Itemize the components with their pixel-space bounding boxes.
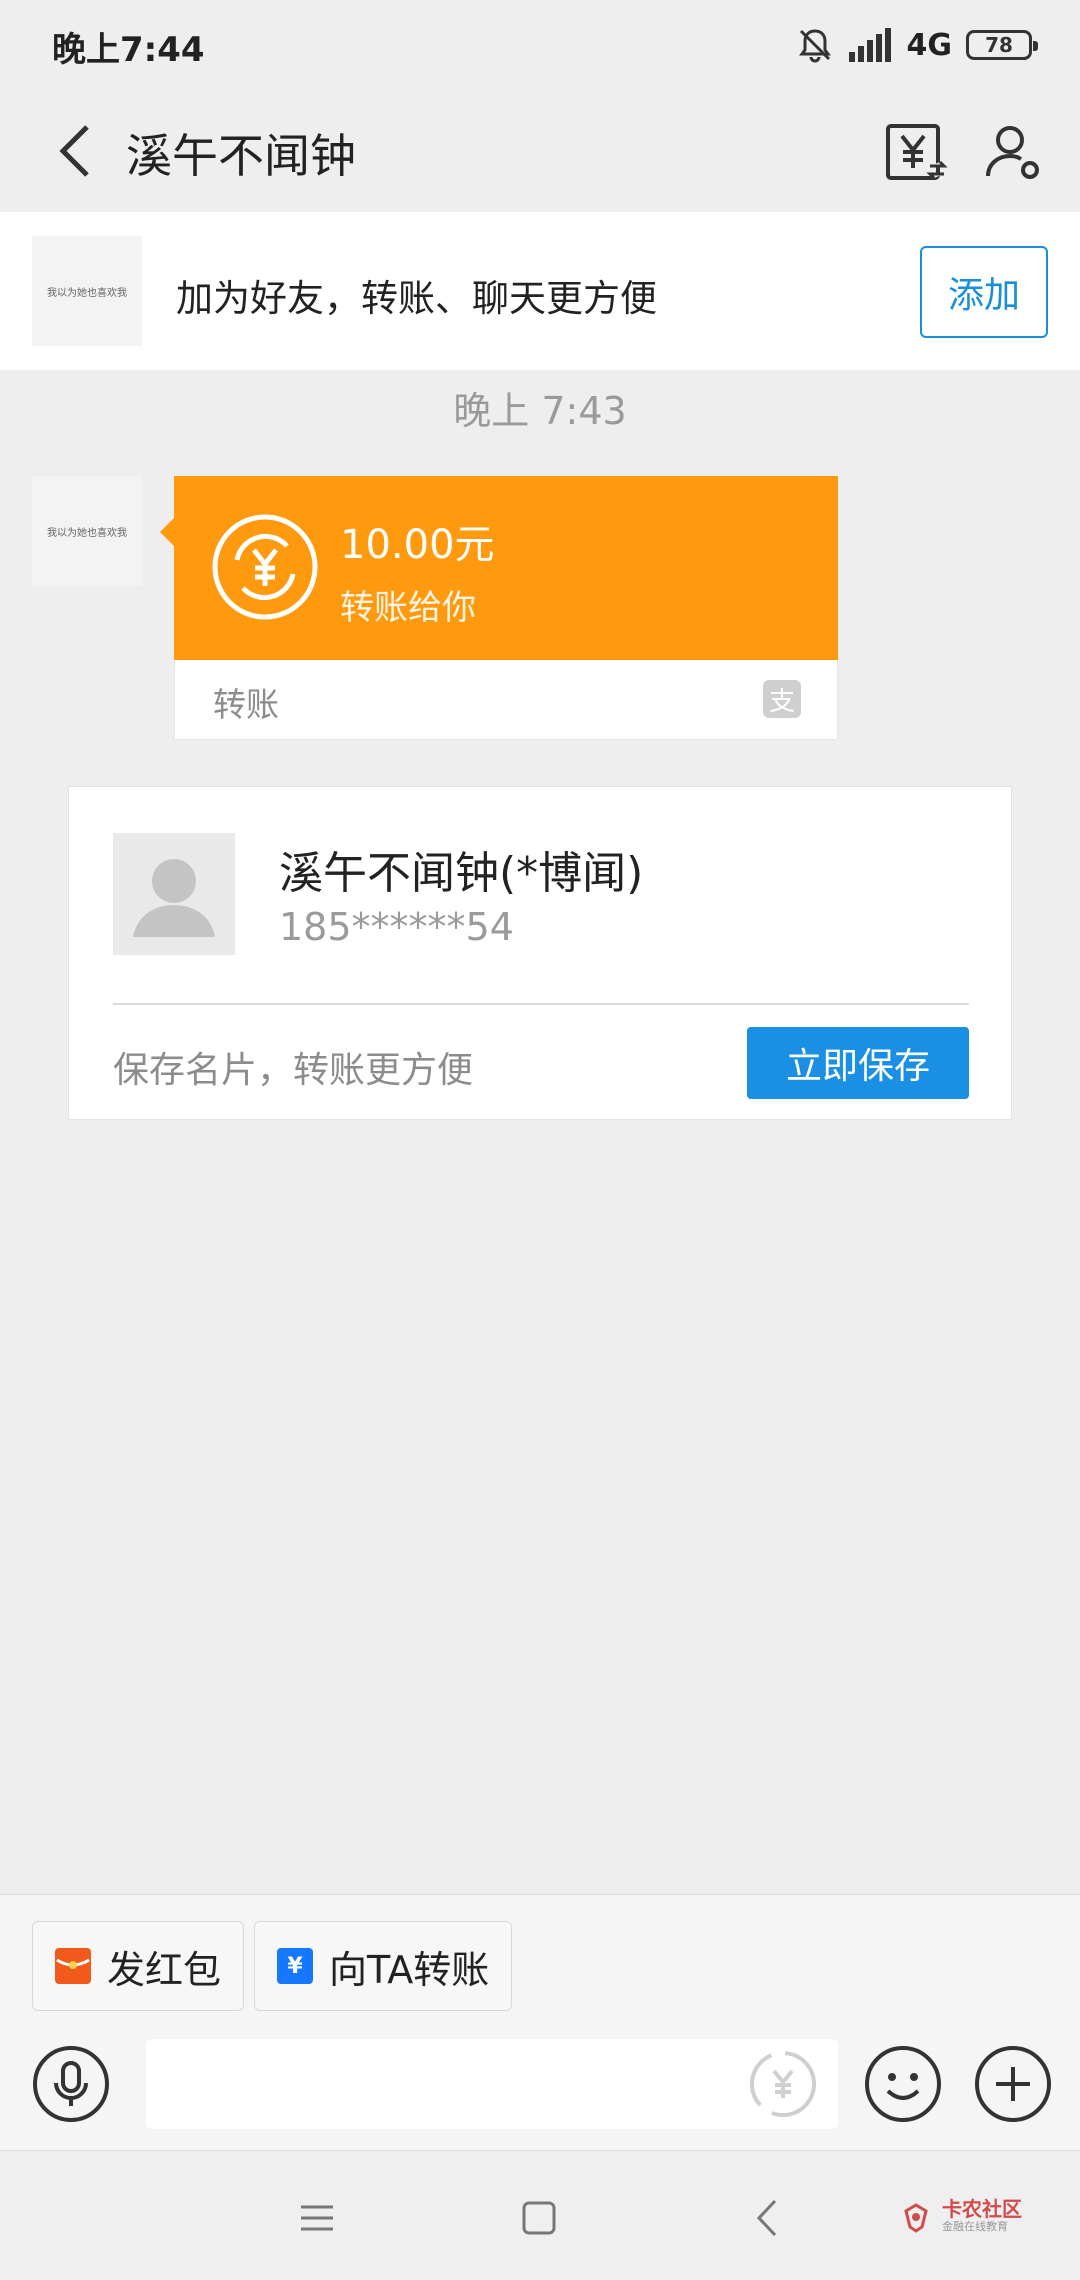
bill-button[interactable] [876,112,956,192]
status-bar: 晚上7:44 4G 78 [0,0,1080,90]
add-friend-banner: 我以为她也喜欢我 加为好友，转账、聊天更方便 添加 [0,212,1080,370]
home-nav-button[interactable] [504,2183,574,2253]
contact-name: 溪午不闻钟(*博闻) [279,848,644,899]
transfer-footer: 转账 支 [174,660,838,740]
transfer-type-label: 转账 [213,685,279,724]
transfer-icon: ¥ [277,1948,313,1984]
signal-icon [848,28,893,62]
watermark-text: 卡农社区 金融在线教育 [942,2199,1022,2234]
emoji-button[interactable] [864,2045,942,2123]
home-square-icon [522,2201,556,2235]
contact-card: 溪午不闻钟(*博闻) 185******54 保存名片，转账更方便 立即保存 [68,786,1012,1120]
transfer-coin-icon[interactable] [748,2049,818,2119]
status-icons: 4G 78 [795,20,1038,70]
avatar-text: 我以为她也喜欢我 [47,527,127,539]
title-bar: 溪午不闻钟 [0,90,1080,212]
add-friend-button[interactable]: 添加 [920,246,1048,338]
status-time: 晚上7:44 [52,30,205,70]
network-label: 4G [906,27,953,63]
transfer-header: 10.00元 转账给你 [174,476,838,660]
menu-icon [301,2205,333,2231]
transfer-description: 转账给你 [340,588,476,628]
more-actions-button[interactable] [974,2045,1052,2123]
contact-profile-button[interactable] [974,112,1054,192]
red-packet-icon [55,1948,91,1984]
transfer-message[interactable]: 10.00元 转账给你 转账 支 [160,476,838,740]
watermark-subtitle: 金融在线教育 [942,2220,1008,2234]
avatar: 我以为她也喜欢我 [32,236,142,346]
message-input[interactable] [146,2039,838,2129]
battery-icon: 78 [966,30,1038,60]
alipay-logo-icon: 支 [763,680,801,718]
avatar-text: 我以为她也喜欢我 [47,287,127,299]
back-button[interactable] [40,116,110,186]
microphone-icon [33,2046,109,2122]
default-person-icon [133,859,215,937]
red-packet-label: 发红包 [107,1947,222,1992]
contact-phone: 185******54 [279,905,514,949]
menu-nav-button[interactable] [282,2183,352,2253]
watermark: 卡农社区 金融在线教育 [898,2187,1048,2247]
sender-avatar[interactable]: 我以为她也喜欢我 [32,476,142,586]
message-timestamp: 晚上 7:43 [453,389,627,433]
transfer-amount: 10.00元 [340,522,495,568]
voice-input-button[interactable] [32,2045,110,2123]
back-nav-button[interactable] [732,2183,802,2253]
smiley-icon [865,2046,941,2122]
plus-icon [975,2046,1051,2122]
system-nav-bar: 卡农社区 金融在线教育 [0,2150,1080,2280]
watermark-title: 卡农社区 [942,2197,1022,2222]
transfer-coin-icon [212,514,318,620]
back-arrow-icon [59,125,89,177]
add-friend-text: 加为好友，转账、聊天更方便 [176,277,657,320]
contact-avatar [113,833,235,955]
person-settings-icon [986,126,1039,179]
mute-bell-icon [795,25,835,65]
send-red-packet-button[interactable]: 发红包 [32,1921,245,2011]
save-contact-button[interactable]: 立即保存 [747,1027,969,1099]
transfer-label: 向TA转账 [329,1947,490,1992]
page-title: 溪午不闻钟 [126,129,356,183]
divider [113,1003,969,1005]
watermark-logo-icon [904,2203,928,2233]
chat-input-panel: 发红包 ¥ 向TA转账 [0,1894,1080,2150]
yuan-bill-icon [886,124,948,180]
save-card-hint: 保存名片，转账更方便 [113,1050,474,1091]
battery-level: 78 [985,33,1013,57]
transfer-to-contact-button[interactable]: ¥ 向TA转账 [254,1921,513,2011]
back-chevron-icon [756,2199,777,2237]
